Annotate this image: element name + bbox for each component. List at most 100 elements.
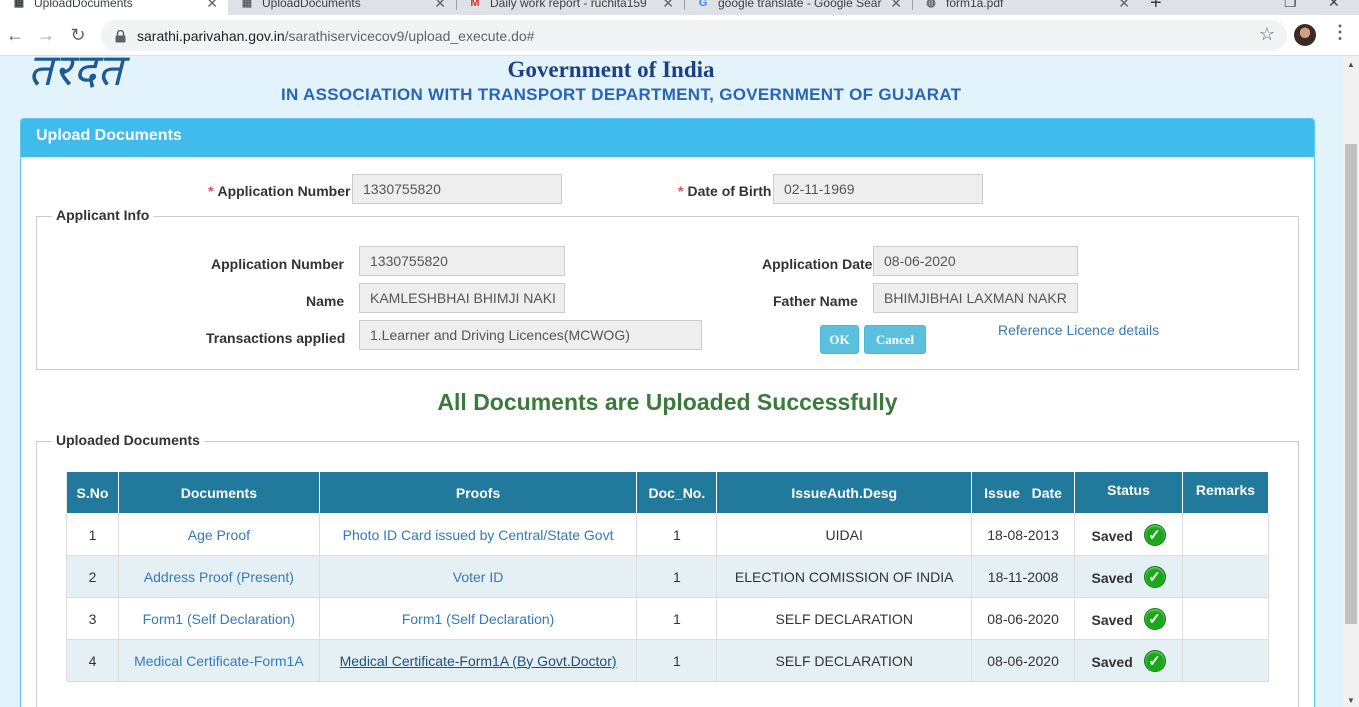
reference-licence-link[interactable]: Reference Licence details	[998, 322, 1159, 338]
application-number-label: * Application Number	[208, 183, 350, 199]
forward-arrow-icon[interactable]: →	[34, 23, 58, 47]
required-marker: *	[208, 183, 214, 199]
cell-issue-auth: SELF DECLARATION	[716, 597, 973, 640]
reload-icon[interactable]: ↻	[66, 23, 90, 47]
close-tab-icon[interactable]: ✕	[206, 0, 218, 12]
cell-sno: 4	[66, 639, 119, 682]
tab-title: form1a.pdf	[946, 0, 1004, 10]
url-host: sarathi.parivahan.gov.in	[137, 27, 285, 44]
url-path: /sarathiservicecov9/upload_execute.do#	[284, 27, 535, 44]
tab-title: UploadDocuments	[34, 0, 133, 10]
applicant-info-fieldset: Applicant Info Application Number 133075…	[36, 207, 1299, 370]
check-icon: ✓	[1143, 607, 1166, 630]
cell-proof: Medical Certificate-Form1A (By Govt.Doct…	[318, 639, 638, 682]
tab-strip: ▦ UploadDocuments ✕ ▦ UploadDocuments ✕ …	[0, 0, 1359, 15]
column-header-status: Status	[1074, 471, 1183, 514]
restore-window-icon[interactable]: ❐	[1284, 0, 1297, 11]
cell-proof: Photo ID Card issued by Central/State Go…	[318, 513, 638, 556]
application-number-input[interactable]: 1330755820	[352, 174, 562, 204]
dob-label: * Date of Birth	[678, 183, 771, 199]
cell-remarks	[1181, 513, 1270, 556]
column-header-sno: S.No	[66, 471, 119, 514]
lock-icon	[115, 29, 127, 43]
info-application-number-field: 1330755820	[359, 246, 565, 276]
browser-tab-4[interactable]: G google translate - Google Sear ✕	[684, 0, 912, 15]
uploaded-documents-table: S.No Documents Proofs Doc_No. IssueAuth.…	[66, 471, 1270, 682]
close-tab-icon[interactable]: ✕	[1118, 0, 1130, 12]
check-icon: ✓	[1143, 523, 1166, 546]
status-text: Saved	[1091, 653, 1133, 670]
column-header-doc-no: Doc_No.	[636, 471, 718, 514]
cell-proof: Form1 (Self Declaration)	[318, 597, 638, 640]
table-row: 3 Form1 (Self Declaration) Form1 (Self D…	[66, 597, 1270, 640]
father-name-field: BHIMJIBHAI LAXMAN NAKR	[873, 283, 1078, 313]
close-tab-icon[interactable]: ✕	[434, 0, 446, 12]
cell-remarks	[1181, 555, 1270, 598]
cell-doc-no: 1	[636, 597, 718, 640]
column-header-documents: Documents	[117, 471, 320, 514]
cell-status: Saved ✓	[1074, 555, 1183, 598]
cell-issue-date: 08-06-2020	[971, 639, 1076, 682]
page-icon: ▦	[241, 0, 253, 9]
dob-input[interactable]: 02-11-1969	[773, 174, 983, 204]
info-application-number-label: Application Number	[211, 256, 345, 272]
browser-toolbar: ← → ↻ sarathi.parivahan.gov.in/sarathise…	[0, 15, 1359, 56]
google-icon: G	[698, 0, 708, 9]
new-tab-icon[interactable]: +	[1150, 0, 1162, 15]
column-header-issue-date: Issue Date	[971, 471, 1076, 514]
close-tab-icon[interactable]: ✕	[662, 0, 674, 12]
address-bar[interactable]: sarathi.parivahan.gov.in/sarathiservicec…	[101, 20, 1287, 51]
ok-button[interactable]: OK	[820, 325, 859, 354]
browser-tab-1[interactable]: ▦ UploadDocuments ✕	[0, 0, 228, 15]
page-viewport: तरदत Government of India IN ASSOCIATION …	[0, 56, 1343, 707]
cell-status: Saved ✓	[1074, 513, 1183, 556]
cell-remarks	[1181, 597, 1270, 640]
success-message: All Documents are Uploaded Successfully	[437, 389, 898, 415]
check-icon: ✓	[1143, 565, 1166, 588]
kebab-menu-icon[interactable]: ⋮	[1331, 22, 1349, 43]
cell-issue-auth: ELECTION COMISSION OF INDIA	[716, 555, 973, 598]
cell-remarks	[1181, 639, 1270, 682]
globe-icon: ◍	[926, 0, 936, 9]
page-icon: ▦	[13, 0, 25, 9]
browser-tab-3[interactable]: M Daily work report - ruchita159 ✕	[456, 0, 684, 15]
application-date-label: Application Date	[762, 256, 873, 272]
column-header-remarks: Remarks	[1181, 471, 1270, 514]
cell-document: Age Proof	[117, 513, 320, 556]
transactions-field: 1.Learner and Driving Licences(MCWOG)	[359, 320, 702, 350]
cell-status: Saved ✓	[1074, 597, 1183, 640]
application-date-field: 08-06-2020	[873, 246, 1078, 276]
tab-title: google translate - Google Sear	[718, 0, 882, 10]
close-window-icon[interactable]: ✕	[1328, 0, 1340, 11]
scrollbar-thumb[interactable]	[1345, 144, 1357, 624]
profile-avatar[interactable]	[1294, 24, 1316, 46]
association-title: IN ASSOCIATION WITH TRANSPORT DEPARTMENT…	[281, 85, 962, 104]
gmail-icon: M	[470, 0, 480, 9]
browser-tab-5[interactable]: ◍ form1a.pdf ✕	[912, 0, 1140, 15]
url-text: sarathi.parivahan.gov.in/sarathiservicec…	[137, 28, 534, 44]
column-header-proofs: Proofs	[318, 471, 638, 514]
check-icon: ✓	[1143, 649, 1166, 672]
back-arrow-icon[interactable]: ←	[3, 23, 27, 47]
cell-doc-no: 1	[636, 639, 718, 682]
cell-proof: Voter ID	[318, 555, 638, 598]
applicant-info-legend: Applicant Info	[52, 207, 154, 223]
table-row: 4 Medical Certificate-Form1A Medical Cer…	[66, 639, 1270, 682]
cancel-button[interactable]: Cancel	[864, 325, 926, 354]
close-tab-icon[interactable]: ✕	[890, 0, 902, 12]
cell-doc-no: 1	[636, 513, 718, 556]
scroll-down-arrow-icon[interactable]: ▼	[1347, 696, 1355, 705]
name-label: Name	[306, 293, 345, 309]
scroll-up-arrow-icon[interactable]: ▲	[1347, 60, 1355, 69]
status-text: Saved	[1091, 527, 1133, 544]
bookmark-star-icon[interactable]: ☆	[1259, 24, 1275, 45]
table-row: 2 Address Proof (Present) Voter ID 1 ELE…	[66, 555, 1270, 598]
cell-document: Form1 (Self Declaration)	[117, 597, 320, 640]
page-scrollbar[interactable]: ▲ ▼	[1343, 56, 1359, 707]
browser-tab-2[interactable]: ▦ UploadDocuments ✕	[228, 0, 456, 15]
cell-issue-auth: UIDAI	[716, 513, 973, 556]
proof-link[interactable]: Medical Certificate-Form1A (By Govt.Doct…	[340, 653, 617, 669]
transactions-label: Transactions applied	[206, 330, 346, 346]
cell-doc-no: 1	[636, 555, 718, 598]
uploaded-documents-legend: Uploaded Documents	[52, 432, 204, 448]
